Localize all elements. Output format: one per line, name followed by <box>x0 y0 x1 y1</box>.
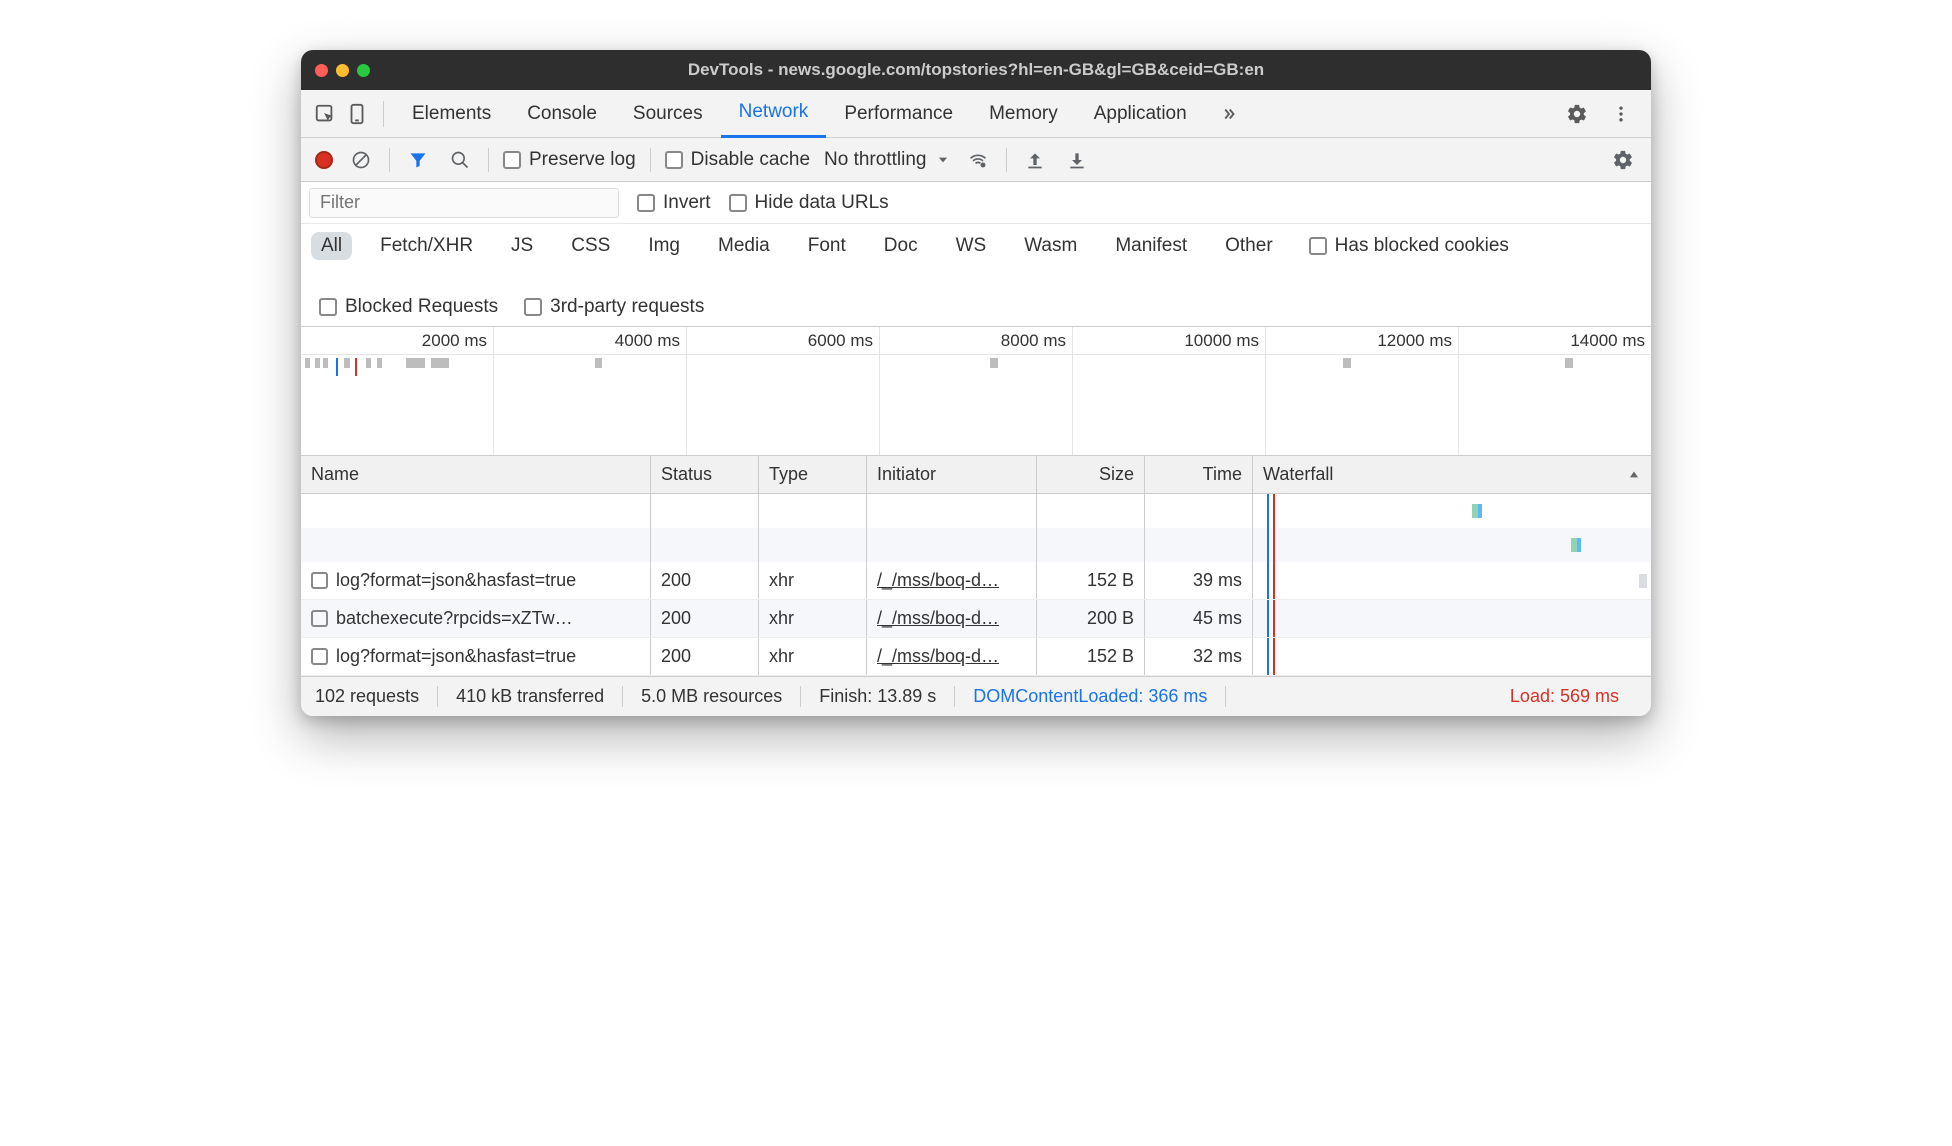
close-window-button[interactable] <box>315 64 328 77</box>
titlebar: DevTools - news.google.com/topstories?hl… <box>301 50 1651 90</box>
tab-application[interactable]: Application <box>1076 90 1205 138</box>
settings-gear-icon[interactable] <box>1561 98 1593 130</box>
traffic-lights <box>315 64 370 77</box>
sort-asc-icon <box>1627 468 1641 482</box>
table-row[interactable]: log?format=json&hasfast=true 200 xhr /_/… <box>301 562 1651 600</box>
invert-checkbox[interactable]: Invert <box>637 192 711 214</box>
column-size[interactable]: Size <box>1037 456 1145 493</box>
window-title: DevTools - news.google.com/topstories?hl… <box>301 60 1651 80</box>
hide-data-urls-checkbox[interactable]: Hide data URLs <box>729 192 889 214</box>
record-button[interactable] <box>315 151 333 169</box>
row-checkbox[interactable] <box>311 610 328 627</box>
stat-resources: 5.0 MB resources <box>623 686 801 707</box>
column-name[interactable]: Name <box>301 456 651 493</box>
devtools-window: DevTools - news.google.com/topstories?hl… <box>301 50 1651 716</box>
column-status[interactable]: Status <box>651 456 759 493</box>
kebab-menu-icon[interactable] <box>1605 98 1637 130</box>
has-blocked-cookies-checkbox[interactable]: Has blocked cookies <box>1309 235 1509 257</box>
inspect-icon[interactable] <box>309 98 341 130</box>
row-checkbox[interactable] <box>311 648 328 665</box>
tab-sources[interactable]: Sources <box>615 90 721 138</box>
type-chip-css[interactable]: CSS <box>561 232 620 260</box>
throttling-select[interactable]: No throttling <box>824 149 950 171</box>
request-table-header: Name Status Type Initiator Size Time Wat… <box>301 456 1651 494</box>
resource-type-filter: All Fetch/XHR JS CSS Img Media Font Doc … <box>301 224 1651 326</box>
table-row[interactable]: batchexecute?rpcids=xZTw… 200 xhr /_/mss… <box>301 600 1651 638</box>
tab-performance[interactable]: Performance <box>826 90 971 138</box>
blocked-requests-checkbox[interactable]: Blocked Requests <box>319 296 498 318</box>
upload-har-icon[interactable] <box>1021 146 1049 174</box>
type-chip-media[interactable]: Media <box>708 232 780 260</box>
type-chip-fetch[interactable]: Fetch/XHR <box>370 232 483 260</box>
timeline-overview[interactable]: 2000 ms 4000 ms 6000 ms 8000 ms 10000 ms… <box>301 326 1651 456</box>
chevron-down-icon <box>936 153 950 167</box>
third-party-requests-checkbox[interactable]: 3rd-party requests <box>524 296 704 318</box>
tab-network[interactable]: Network <box>721 90 827 138</box>
stat-finish: Finish: 13.89 s <box>801 686 955 707</box>
stat-requests: 102 requests <box>315 686 438 707</box>
type-chip-doc[interactable]: Doc <box>874 232 928 260</box>
initiator-link[interactable]: /_/mss/boq-d… <box>877 646 999 667</box>
tab-console[interactable]: Console <box>509 90 615 138</box>
minimize-window-button[interactable] <box>336 64 349 77</box>
type-chip-wasm[interactable]: Wasm <box>1014 232 1087 260</box>
type-chip-manifest[interactable]: Manifest <box>1105 232 1197 260</box>
more-tabs-icon[interactable] <box>1213 98 1245 130</box>
type-chip-all[interactable]: All <box>311 232 352 260</box>
request-table-body: log?format=json&hasfast=true 200 xhr /_/… <box>301 562 1651 676</box>
stat-load: Load: 569 ms <box>1492 686 1637 707</box>
waterfall-preview-rows <box>301 494 1651 562</box>
type-chip-js[interactable]: JS <box>501 232 543 260</box>
maximize-window-button[interactable] <box>357 64 370 77</box>
network-toolbar: Preserve log Disable cache No throttling <box>301 138 1651 182</box>
table-row[interactable]: log?format=json&hasfast=true 200 xhr /_/… <box>301 638 1651 676</box>
column-initiator[interactable]: Initiator <box>867 456 1037 493</box>
search-icon[interactable] <box>446 146 474 174</box>
clear-icon[interactable] <box>347 146 375 174</box>
filter-input[interactable] <box>309 188 619 218</box>
filter-icon[interactable] <box>404 146 432 174</box>
network-settings-icon[interactable] <box>1609 146 1637 174</box>
download-har-icon[interactable] <box>1063 146 1091 174</box>
filter-bar: Invert Hide data URLs <box>301 182 1651 224</box>
panel-tabs: Elements Console Sources Network Perform… <box>301 90 1651 138</box>
network-conditions-icon[interactable] <box>964 146 992 174</box>
initiator-link[interactable]: /_/mss/boq-d… <box>877 608 999 629</box>
tab-memory[interactable]: Memory <box>971 90 1076 138</box>
tab-elements[interactable]: Elements <box>394 90 509 138</box>
column-time[interactable]: Time <box>1145 456 1253 493</box>
disable-cache-checkbox[interactable]: Disable cache <box>665 149 810 171</box>
stat-transferred: 410 kB transferred <box>438 686 623 707</box>
type-chip-img[interactable]: Img <box>638 232 690 260</box>
initiator-link[interactable]: /_/mss/boq-d… <box>877 570 999 591</box>
type-chip-other[interactable]: Other <box>1215 232 1283 260</box>
column-type[interactable]: Type <box>759 456 867 493</box>
status-bar: 102 requests 410 kB transferred 5.0 MB r… <box>301 676 1651 716</box>
device-toggle-icon[interactable] <box>341 98 373 130</box>
row-checkbox[interactable] <box>311 572 328 589</box>
column-waterfall[interactable]: Waterfall <box>1253 456 1651 493</box>
type-chip-font[interactable]: Font <box>798 232 856 260</box>
stat-dcl: DOMContentLoaded: 366 ms <box>955 686 1226 707</box>
preserve-log-checkbox[interactable]: Preserve log <box>503 149 636 171</box>
type-chip-ws[interactable]: WS <box>946 232 997 260</box>
